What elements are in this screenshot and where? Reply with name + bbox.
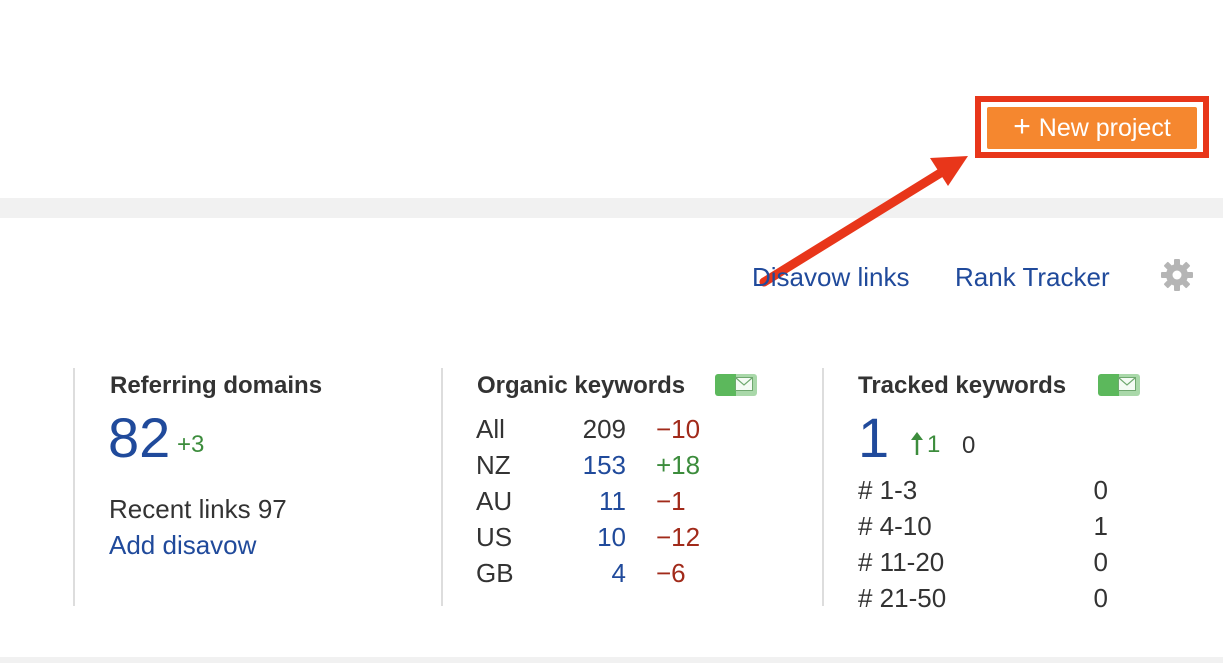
table-row: AU 11 −1 [476,483,700,519]
delta-cell: −6 [656,557,686,588]
delta-cell: −10 [656,413,701,444]
range-label: # 11-20 [858,546,945,577]
organic-keywords-title: Organic keywords [477,372,686,399]
section-divider [0,198,1223,218]
organic-keywords-table: All 209 −10 NZ 153 +18 AU 11 −1 US 10 −1… [476,411,700,591]
range-value: 1 [1093,510,1108,541]
table-row: # 1-3 0 [858,472,1108,508]
column-divider [822,368,824,606]
table-row: GB 4 −6 [476,555,700,591]
count-link[interactable]: 4 [546,555,626,591]
recent-links-label[interactable]: Recent links 97 [109,494,287,525]
delta-cell: +18 [656,449,701,480]
table-row: # 21-50 0 [858,580,1108,616]
country-cell: US [476,521,513,552]
new-project-label: New project [1038,113,1171,142]
range-label: # 1-3 [858,474,918,505]
table-row: NZ 153 +18 [476,447,700,483]
delta-cell: −1 [656,485,686,516]
column-divider [441,368,443,606]
referring-domains-title: Referring domains [110,372,323,399]
tracked-up-count: 1 [927,431,941,458]
delta-cell: −12 [656,521,701,552]
mail-icon[interactable] [715,374,757,396]
mail-icon[interactable] [1098,374,1140,396]
add-disavow-link[interactable]: Add disavow [109,530,256,561]
table-row: All 209 −10 [476,411,700,447]
count-link[interactable]: 11 [546,483,626,519]
tracked-ranges-table: # 1-3 0 # 4-10 1 # 11-20 0 # 21-50 0 [858,472,1108,616]
gear-icon[interactable] [1160,258,1194,292]
disavow-links-link[interactable]: Disavow links [752,262,910,293]
tracked-keywords-title: Tracked keywords [858,372,1067,399]
count-link[interactable]: 153 [546,447,626,483]
country-cell: NZ [476,449,511,480]
range-value: 0 [1093,582,1108,613]
country-cell: GB [476,557,514,588]
country-cell: AU [476,485,513,516]
count-link[interactable]: 10 [546,519,626,555]
table-row: # 11-20 0 [858,544,1108,580]
count-cell: 209 [582,413,626,444]
rank-tracker-link[interactable]: Rank Tracker [955,262,1110,293]
column-divider [73,368,75,606]
range-label: # 4-10 [858,510,932,541]
arrow-up-icon [911,432,923,455]
range-value: 0 [1093,546,1108,577]
country-cell: All [476,413,505,444]
plus-icon: + [1013,109,1031,143]
range-label: # 21-50 [858,582,947,613]
tracked-down-count: 0 [962,432,976,459]
range-value: 0 [1093,474,1108,505]
table-row: # 4-10 1 [858,508,1108,544]
table-row: US 10 −12 [476,519,700,555]
bottom-divider [0,657,1223,663]
tracked-keywords-value[interactable]: 1 [858,410,889,466]
referring-domains-delta: +3 [177,431,205,458]
referring-domains-value[interactable]: 82 [108,410,170,466]
new-project-button[interactable]: + New project [987,107,1197,149]
